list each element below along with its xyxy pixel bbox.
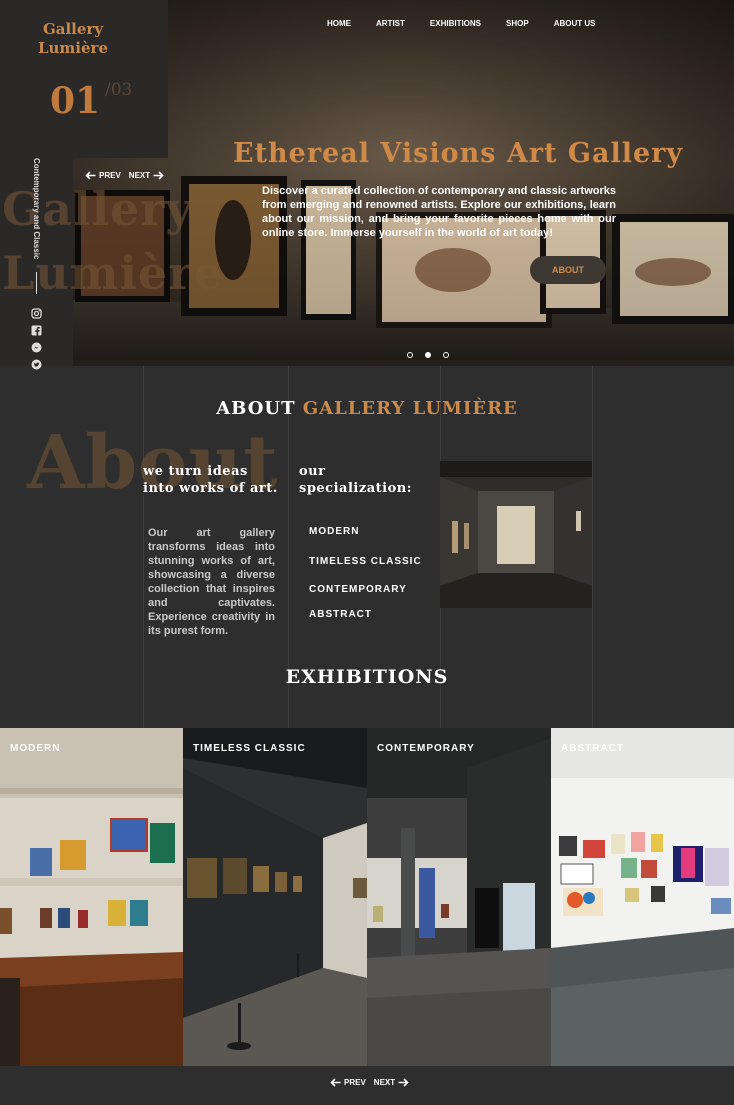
nav-shop[interactable]: SHOP [506,19,529,28]
slider-dot-2[interactable] [425,352,431,358]
about-heading-white: ABOUT [216,398,303,419]
exhibitions-next-label: NEXT [373,1078,396,1087]
hero-next-button[interactable]: NEXT [129,171,164,180]
specialization-contemporary: CONTEMPORARY [309,584,407,595]
slider-dot-1[interactable] [407,352,413,358]
hero-description: Discover a curated collection of contemp… [262,185,616,239]
brand-line-2: Lumière [37,39,108,57]
exhibition-card-modern[interactable]: MODERN [0,728,183,1066]
exhibition-label-abstract: ABSTRACT [561,743,624,754]
exhibitions-slider-controls: PREV NEXT [330,1078,409,1087]
nav-about-us[interactable]: ABOUT US [554,19,596,28]
hero-prev-label: PREV [99,171,121,180]
exhibition-label-contemporary: CONTEMPORARY [377,743,475,754]
exhibition-card-contemporary[interactable]: CONTEMPORARY [367,728,551,1066]
exhibitions-prev-button[interactable]: PREV [330,1078,366,1087]
slider-dot-3[interactable] [443,352,449,358]
instagram-icon[interactable] [31,306,42,319]
exhibition-card-timeless-classic[interactable]: TIMELESS CLASSIC [183,728,367,1066]
brand-logo[interactable]: Gallery Lumière [0,20,146,58]
about-heading-accent: GALLERY LUMIÈRE [302,398,518,419]
hero-prev-button[interactable]: PREV [85,171,121,180]
exhibitions-prev-label: PREV [344,1078,366,1087]
exhibition-image-contemporary [367,728,551,1066]
arrow-left-icon [85,171,96,180]
brand-line-1: Gallery [42,20,104,38]
nav-home[interactable]: HOME [327,19,351,28]
specialization-modern: MODERN [309,526,360,537]
exhibition-image-timeless-classic [183,728,367,1066]
messenger-icon[interactable] [31,340,42,353]
vertical-tagline: Contemporary and Classic [29,158,43,268]
hero-next-label: NEXT [128,171,151,180]
hero-title: Ethereal Visions Art Gallery [233,138,684,169]
mission-text: Our art gallery transforms ideas into st… [148,527,275,637]
about-gallery-image [440,461,592,608]
mission-title: we turn ideas into works of art. [143,464,278,496]
exhibition-label-timeless-classic: TIMELESS CLASSIC [193,743,306,754]
slider-dots [407,352,449,358]
about-heading: ABOUT GALLERY LUMIÈRE [0,398,734,419]
hero-about-button[interactable]: ABOUT [530,256,606,284]
twitter-icon[interactable] [31,357,42,370]
exhibitions-heading: EXHIBITIONS [285,666,449,688]
arrow-right-icon [398,1078,409,1087]
exhibition-label-modern: MODERN [10,743,61,754]
specialization-title: our specialization: [299,464,413,496]
vertical-divider [36,272,37,294]
exhibition-image-abstract [551,728,734,1066]
exhibition-image-modern [0,728,183,1066]
facebook-icon[interactable] [31,323,42,336]
vertical-tagline-text: Contemporary and Classic [32,158,41,260]
exhibition-card-abstract[interactable]: ABSTRACT [551,728,734,1066]
main-nav: HOME ARTIST EXHIBITIONS SHOP ABOUT US [327,19,595,28]
arrow-left-icon [330,1078,341,1087]
slide-total: /03 [105,80,133,100]
social-links [31,306,42,370]
nav-exhibitions[interactable]: EXHIBITIONS [430,19,481,28]
arrow-right-icon [153,171,164,180]
slide-current: 01 [50,80,101,122]
specialization-timeless-classic: TIMELESS CLASSIC [309,556,422,567]
nav-artist[interactable]: ARTIST [376,19,405,28]
hero-slider-controls: PREV NEXT [85,171,164,180]
exhibitions-next-button[interactable]: NEXT [374,1078,409,1087]
specialization-abstract: ABSTRACT [309,609,372,620]
